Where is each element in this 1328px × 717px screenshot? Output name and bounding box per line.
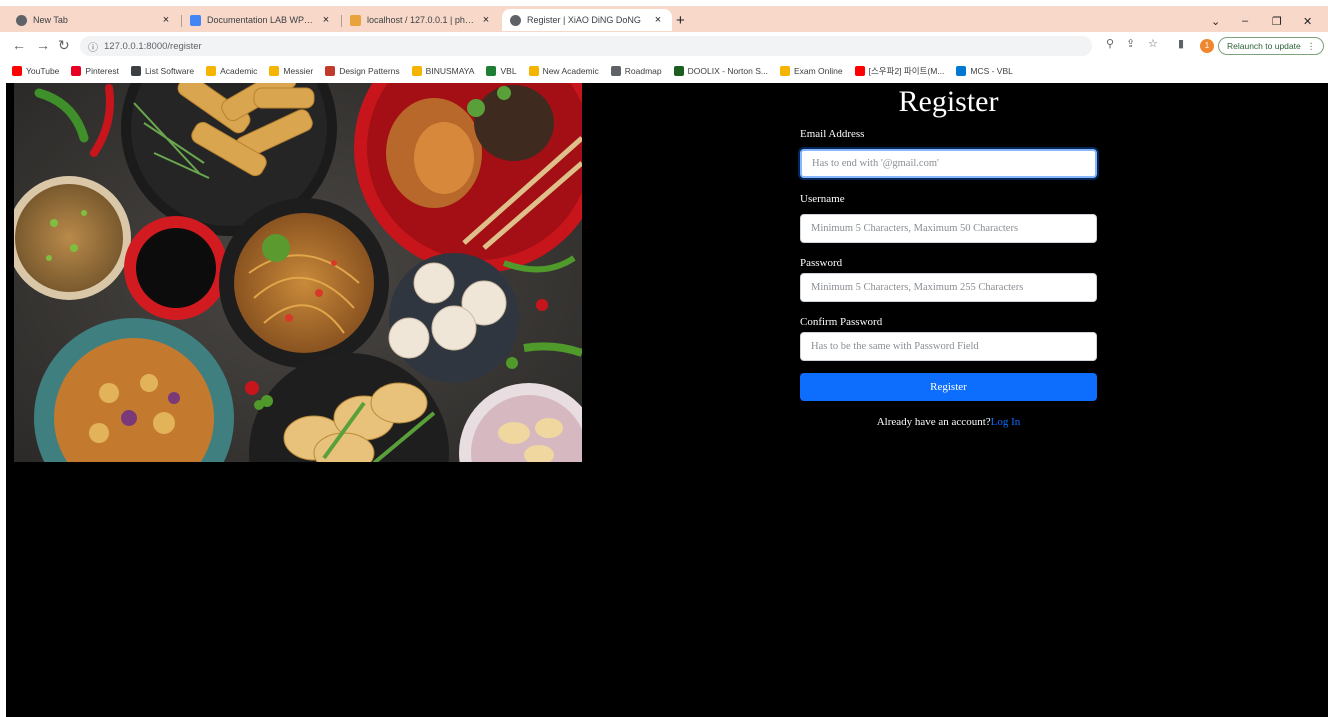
- tab-new-tab[interactable]: New Tab ×: [8, 9, 180, 31]
- reload-icon[interactable]: ↻: [58, 38, 70, 52]
- bookmark-favicon-icon: [610, 66, 621, 76]
- zoom-icon[interactable]: ⚲: [1106, 39, 1114, 50]
- close-icon[interactable]: ×: [320, 14, 332, 26]
- bookmark-item[interactable]: Roadmap: [610, 66, 662, 76]
- bookmark-label: Pinterest: [85, 66, 119, 76]
- confirm-password-field[interactable]: [800, 332, 1097, 361]
- login-prompt: Already have an account?Log In: [800, 416, 1097, 428]
- bookmark-label: New Academic: [542, 66, 599, 76]
- tab-title: Register | XiAO DiNG DoNG: [527, 15, 641, 25]
- tab-search-icon[interactable]: ⌄: [1211, 15, 1220, 28]
- minimize-icon[interactable]: –: [1242, 15, 1248, 27]
- bookmark-favicon-icon: [528, 66, 539, 76]
- confirm-password-label: Confirm Password: [800, 316, 883, 328]
- tab-title: New Tab: [33, 15, 68, 25]
- bookmark-label: BINUSMAYA: [425, 66, 475, 76]
- bookmark-label: Messier: [283, 66, 314, 76]
- new-tab-icon[interactable]: +: [676, 13, 685, 28]
- side-panel-icon[interactable]: ▮: [1178, 39, 1184, 50]
- close-icon[interactable]: ×: [480, 14, 492, 26]
- info-icon[interactable]: ⓘ: [88, 39, 98, 54]
- bookmark-favicon-icon: [71, 66, 82, 76]
- tab-strip: New Tab × Documentation LAB WP - Goog...…: [0, 6, 1328, 32]
- bookmark-label: YouTube: [26, 66, 60, 76]
- address-bar[interactable]: ⓘ 127.0.0.1:8000/register: [80, 36, 1092, 56]
- bookmark-item[interactable]: Pinterest: [71, 66, 119, 76]
- close-icon[interactable]: ×: [652, 14, 664, 26]
- bookmark-favicon-icon: [130, 66, 141, 76]
- email-field[interactable]: [800, 149, 1097, 178]
- bookmark-label: Exam Online: [793, 66, 843, 76]
- bookmark-label: [스우파2] 파이트(M...: [868, 66, 945, 76]
- page-body: Register Email Address Username Password…: [6, 83, 1328, 717]
- bookmark-favicon-icon: [269, 66, 280, 76]
- username-field[interactable]: [800, 214, 1097, 243]
- tab-register[interactable]: Register | XiAO DiNG DoNG ×: [502, 9, 672, 31]
- phpmyadmin-icon: [350, 14, 361, 26]
- bookmark-favicon-icon: [411, 66, 422, 76]
- bookmark-item[interactable]: BINUSMAYA: [411, 66, 475, 76]
- already-text: Already have an account?: [876, 416, 991, 428]
- tab-phpmyadmin[interactable]: localhost / 127.0.0.1 | phpMyAd... ×: [342, 9, 500, 31]
- login-link[interactable]: Log In: [991, 416, 1021, 428]
- forward-icon[interactable]: →: [36, 38, 50, 52]
- tab-documentation[interactable]: Documentation LAB WP - Goog... ×: [182, 9, 340, 31]
- tab-title: localhost / 127.0.0.1 | phpMyAd...: [367, 15, 474, 25]
- bookmark-item[interactable]: Exam Online: [779, 66, 843, 76]
- bookmark-favicon-icon: [673, 66, 684, 76]
- bookmark-favicon-icon: [779, 66, 790, 76]
- bookmark-favicon-icon: [325, 66, 336, 76]
- email-label: Email Address: [800, 128, 865, 140]
- password-field[interactable]: [800, 273, 1097, 302]
- restore-icon[interactable]: ❐: [1272, 15, 1282, 28]
- bookmark-item[interactable]: MCS - VBL: [956, 66, 1013, 76]
- password-label: Password: [800, 257, 843, 269]
- more-menu-icon: ⋮: [1306, 40, 1316, 51]
- bookmark-item[interactable]: List Software: [130, 66, 195, 76]
- bookmark-label: Design Patterns: [339, 66, 400, 76]
- relaunch-button[interactable]: Relaunch to update ⋮: [1218, 37, 1325, 55]
- username-label: Username: [800, 193, 845, 205]
- bookmark-label: MCS - VBL: [970, 66, 1013, 76]
- bookmark-favicon-icon: [206, 66, 217, 76]
- chrome-icon: [16, 14, 27, 26]
- tab-title: Documentation LAB WP - Goog...: [207, 15, 314, 25]
- bookmark-item[interactable]: YouTube: [12, 66, 59, 76]
- url-text: 127.0.0.1:8000/register: [104, 40, 202, 52]
- browser-toolbar: ← → ↻ ⓘ 127.0.0.1:8000/register ⚲ ⇪ ☆ ▮ …: [0, 32, 1328, 60]
- bookmark-label: DOOLIX - Norton S...: [687, 66, 768, 76]
- register-button[interactable]: Register: [800, 373, 1097, 401]
- globe-icon: [510, 14, 521, 26]
- bookmark-favicon-icon: [486, 66, 497, 76]
- bookmark-label: Academic: [220, 66, 258, 76]
- bookmark-favicon-icon: [956, 66, 967, 76]
- share-icon[interactable]: ⇪: [1126, 39, 1135, 50]
- back-icon[interactable]: ←: [12, 38, 26, 52]
- bookmarks-bar: YouTube Pinterest List Software Academic Mes…: [0, 60, 1328, 82]
- food-banner-image: [14, 83, 582, 462]
- bookmark-item[interactable]: Design Patterns: [325, 66, 400, 76]
- bookmark-item[interactable]: Messier: [269, 66, 313, 76]
- bookmark-favicon-icon: [12, 66, 22, 76]
- profile-avatar[interactable]: 1: [1200, 39, 1214, 53]
- window-close-icon[interactable]: ✕: [1303, 15, 1312, 28]
- register-heading: Register: [898, 85, 999, 118]
- bookmark-label: VBL: [500, 66, 517, 76]
- bookmark-label: Roadmap: [624, 66, 662, 76]
- close-icon[interactable]: ×: [160, 14, 172, 26]
- bookmark-item[interactable]: [스우파2] 파이트(M...: [854, 65, 945, 77]
- bookmark-label: List Software: [144, 66, 195, 76]
- bookmark-item[interactable]: VBL: [486, 66, 517, 76]
- bookmark-item[interactable]: Academic: [206, 66, 257, 76]
- bookmark-item[interactable]: DOOLIX - Norton S...: [673, 66, 768, 76]
- relaunch-label: Relaunch to update: [1227, 41, 1301, 51]
- bookmark-favicon-icon: [854, 66, 865, 76]
- docs-icon: [190, 14, 201, 26]
- bookmark-item[interactable]: New Academic: [528, 66, 599, 76]
- bookmark-star-icon[interactable]: ☆: [1148, 39, 1158, 50]
